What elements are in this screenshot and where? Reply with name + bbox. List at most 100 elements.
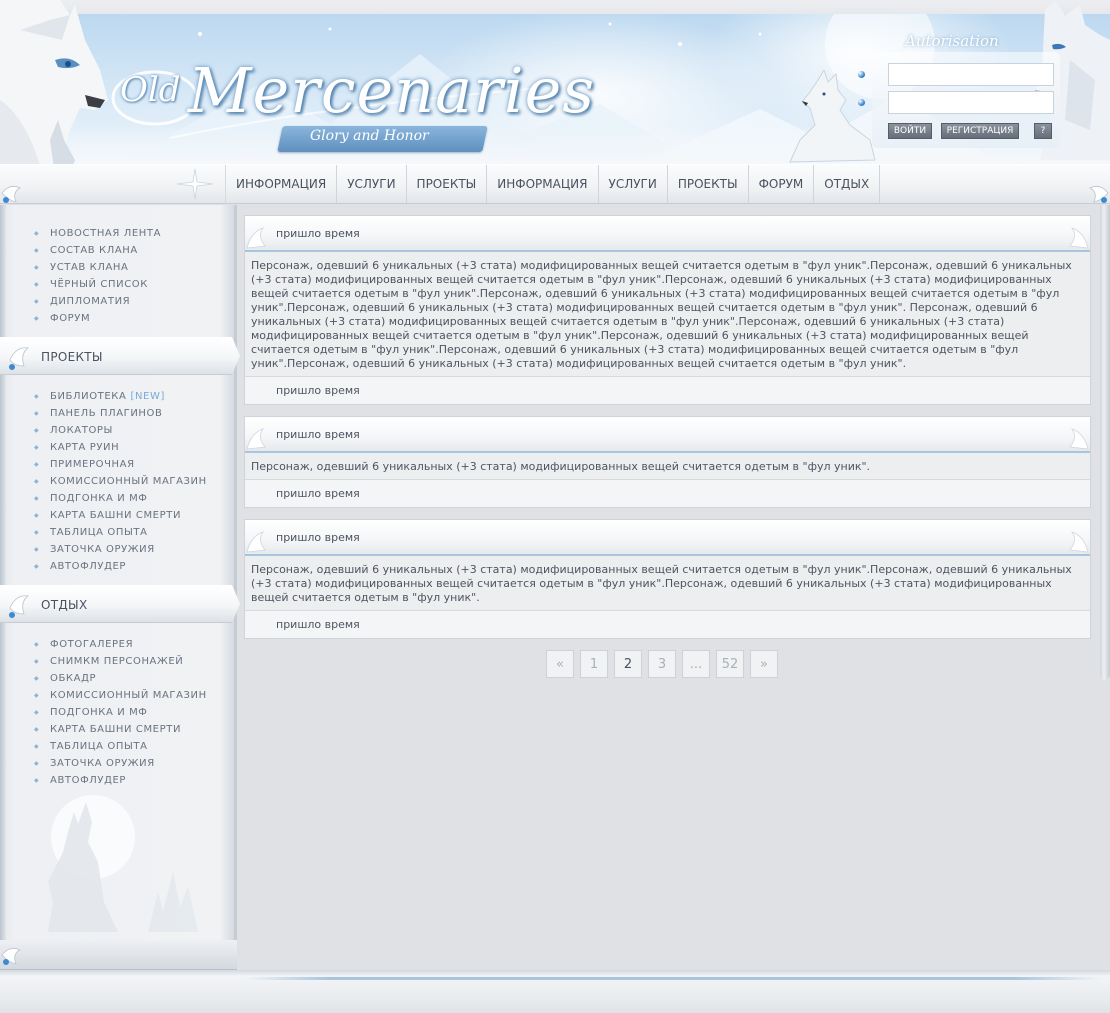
sidebar-item-label: КОМИССИОННЫЙ МАГАЗИН: [50, 690, 207, 701]
post-footer: пришло время: [245, 377, 1090, 404]
sidebar-item-label: ПАНЕЛЬ ПЛАГИНОВ: [50, 408, 163, 419]
bullet-icon: ◆: [34, 657, 40, 665]
bullet-icon: ◆: [34, 528, 40, 536]
login-input[interactable]: [888, 63, 1054, 86]
pagination-page-current[interactable]: 2: [614, 650, 642, 678]
sidebar-item-experience-table-2[interactable]: ◆ ТАБЛИЦА ОПЫТА: [34, 738, 207, 755]
sidebar-item-label: КАРТА БАШНИ СМЕРТИ: [50, 724, 182, 735]
nav-item-rest[interactable]: ОТДЫХ: [814, 165, 881, 203]
sidebar-rest-menu: ◆ ФОТОГАЛЕРЕЯ ◆ СНИМКМ ПЕРСОНАЖЕЙ ◆ ОБКАДР …: [34, 636, 207, 789]
sidebar-item-forum[interactable]: ◆ ФОРУМ: [34, 310, 161, 327]
rest-section-header: ОТДЫХ: [0, 585, 240, 623]
sidebar-item-label: ЗАТОЧКА ОРУЖИЯ: [50, 758, 155, 769]
corner-ornament-left-icon: [1, 185, 21, 203]
sidebar-item-weapon-sharpening-2[interactable]: ◆ ЗАТОЧКА ОРУЖИЯ: [34, 755, 207, 772]
sidebar-item-label: ТАБЛИЦА ОПЫТА: [50, 741, 148, 752]
bullet-icon: ◆: [34, 297, 40, 305]
site-logo[interactable]: Old Mercenaries Glory and Honor: [110, 48, 594, 158]
bullet-icon: ◆: [34, 708, 40, 716]
sidebar-item-character-shots[interactable]: ◆ СНИМКМ ПЕРСОНАЖЕЙ: [34, 653, 207, 670]
sidebar-item-death-tower-map[interactable]: ◆ КАРТА БАШНИ СМЕРТИ: [34, 507, 207, 524]
sidebar-item-library[interactable]: ◆ БИБЛИОТЕКА [NEW]: [34, 388, 207, 405]
pagination-page-3[interactable]: 3: [648, 650, 676, 678]
sidebar-item-ruins-map[interactable]: ◆ КАРТА РУИН: [34, 439, 207, 456]
content-right-edge: [1100, 205, 1110, 680]
bullet-icon: ◆: [34, 545, 40, 553]
sidebar-item-label: ПРИМЕРОЧНАЯ: [50, 459, 135, 470]
pagination-page-1[interactable]: 1: [580, 650, 608, 678]
nav-item-projects[interactable]: ПРОЕКТЫ: [407, 165, 488, 203]
post-title[interactable]: пришло время: [276, 227, 360, 240]
sidebar-main-menu: ◆ НОВОСТНАЯ ЛЕНТА ◆ СОСТАВ КЛАНА ◆ УСТАВ КЛ…: [34, 225, 161, 327]
nav-item-services[interactable]: УСЛУГИ: [337, 165, 407, 203]
logo-tagline: Glory and Honor: [310, 128, 429, 144]
bullet-icon: ◆: [34, 460, 40, 468]
sidebar-item-black-list[interactable]: ◆ ЧЁРНЫЙ СПИСОК: [34, 276, 161, 293]
bullet-icon: ◆: [34, 640, 40, 648]
sidebar-item-fitting-room[interactable]: ◆ ПРИМЕРОЧНАЯ: [34, 456, 207, 473]
help-button[interactable]: ?: [1034, 123, 1052, 139]
snowflake-ornament-icon: [9, 347, 29, 370]
bullet-icon: ◆: [34, 426, 40, 434]
frost-ornament-icon: [246, 428, 266, 450]
sidebar-item-locators[interactable]: ◆ ЛОКАТОРЫ: [34, 422, 207, 439]
main-navigation: ИНФОРМАЦИЯ УСЛУГИ ПРОЕКТЫ ИНФОРМАЦИЯ УСЛ…: [0, 164, 1110, 204]
wolf-head-left-illustration: [0, 0, 108, 185]
sidebar-item-autoflooder-2[interactable]: ◆ АВТОФЛУДЕР: [34, 772, 207, 789]
sidebar-item-autoflooder[interactable]: ◆ АВТОФЛУДЕР: [34, 558, 207, 575]
nav-item-forum[interactable]: ФОРУМ: [749, 165, 815, 203]
bullet-icon: ◆: [34, 392, 40, 400]
bullet-icon: ◆: [34, 742, 40, 750]
password-input[interactable]: [888, 91, 1054, 114]
sidebar-item-label: ЛОКАТОРЫ: [50, 425, 113, 436]
sidebar-item-plugins-panel[interactable]: ◆ ПАНЕЛЬ ПЛАГИНОВ: [34, 405, 207, 422]
sidebar-item-label: ДИПЛОМАТИЯ: [50, 296, 131, 307]
rest-section-title: ОТДЫХ: [41, 598, 88, 612]
sidebar-item-clan-roster[interactable]: ◆ СОСТАВ КЛАНА: [34, 242, 161, 259]
sidebar-item-fitting-mf-2[interactable]: ◆ ПОДГОНКА И МФ: [34, 704, 207, 721]
sidebar-item-death-tower-map-2[interactable]: ◆ КАРТА БАШНИ СМЕРТИ: [34, 721, 207, 738]
sidebar-item-clan-charter[interactable]: ◆ УСТАВ КЛАНА: [34, 259, 161, 276]
bullet-icon: ◆: [34, 725, 40, 733]
sidebar-bottom: [0, 940, 237, 970]
sidebar-item-label: ОБКАДР: [50, 673, 97, 684]
bullet-icon: ◆: [34, 674, 40, 682]
bullet-icon: ◆: [34, 511, 40, 519]
sidebar-item-experience-table[interactable]: ◆ ТАБЛИЦА ОПЫТА: [34, 524, 207, 541]
frost-ornament-icon: [246, 531, 266, 553]
sidebar-item-label: ЗАТОЧКА ОРУЖИЯ: [50, 544, 155, 555]
pagination-next-button[interactable]: »: [750, 650, 778, 678]
pagination-prev-button[interactable]: «: [546, 650, 574, 678]
sidebar-item-diplomacy[interactable]: ◆ ДИПЛОМАТИЯ: [34, 293, 161, 310]
bullet-icon: ◆: [34, 494, 40, 502]
nav-item-info-2[interactable]: ИНФОРМАЦИЯ: [487, 165, 599, 203]
sidebar-item-label: СНИМКМ ПЕРСОНАЖЕЙ: [50, 656, 184, 667]
post-body: Персонаж, одевший 6 уникальных (+3 стата…: [245, 556, 1090, 611]
bullet-icon: ◆: [34, 409, 40, 417]
pagination: « 1 2 3 ... 52 »: [546, 650, 778, 678]
bullet-icon: ◆: [34, 776, 40, 784]
nav-item-projects-2[interactable]: ПРОЕКТЫ: [668, 165, 749, 203]
sidebar-item-photo-gallery[interactable]: ◆ ФОТОГАЛЕРЕЯ: [34, 636, 207, 653]
post-title[interactable]: пришло время: [276, 428, 360, 441]
sidebar-item-news-feed[interactable]: ◆ НОВОСТНАЯ ЛЕНТА: [34, 225, 161, 242]
pagination-page-last[interactable]: 52: [716, 650, 744, 678]
sidebar-item-obkadr[interactable]: ◆ ОБКАДР: [34, 670, 207, 687]
nav-items: ИНФОРМАЦИЯ УСЛУГИ ПРОЕКТЫ ИНФОРМАЦИЯ УСЛ…: [225, 165, 881, 203]
bullet-icon: ◆: [34, 691, 40, 699]
sidebar-item-commission-shop[interactable]: ◆ КОМИССИОННЫЙ МАГАЗИН: [34, 473, 207, 490]
sidebar-item-commission-shop-2[interactable]: ◆ КОМИССИОННЫЙ МАГАЗИН: [34, 687, 207, 704]
login-bullet-icon: [858, 71, 865, 78]
logo-prefix: Old: [120, 70, 181, 110]
sidebar-item-weapon-sharpening[interactable]: ◆ ЗАТОЧКА ОРУЖИЯ: [34, 541, 207, 558]
nav-item-services-2[interactable]: УСЛУГИ: [599, 165, 668, 203]
post-body: Персонаж, одевший 6 уникальных (+3 стата…: [245, 453, 1090, 480]
register-button[interactable]: РЕГИСТРАЦИЯ: [941, 123, 1019, 139]
post-title[interactable]: пришло время: [276, 531, 360, 544]
sidebar-item-label: ТАБЛИЦА ОПЫТА: [50, 527, 148, 538]
sidebar-item-fitting-mf[interactable]: ◆ ПОДГОНКА И МФ: [34, 490, 207, 507]
footer-divider: [245, 977, 1100, 980]
login-button[interactable]: ВОЙТИ: [888, 123, 932, 139]
nav-item-info[interactable]: ИНФОРМАЦИЯ: [226, 165, 338, 203]
bullet-icon: ◆: [34, 314, 40, 322]
